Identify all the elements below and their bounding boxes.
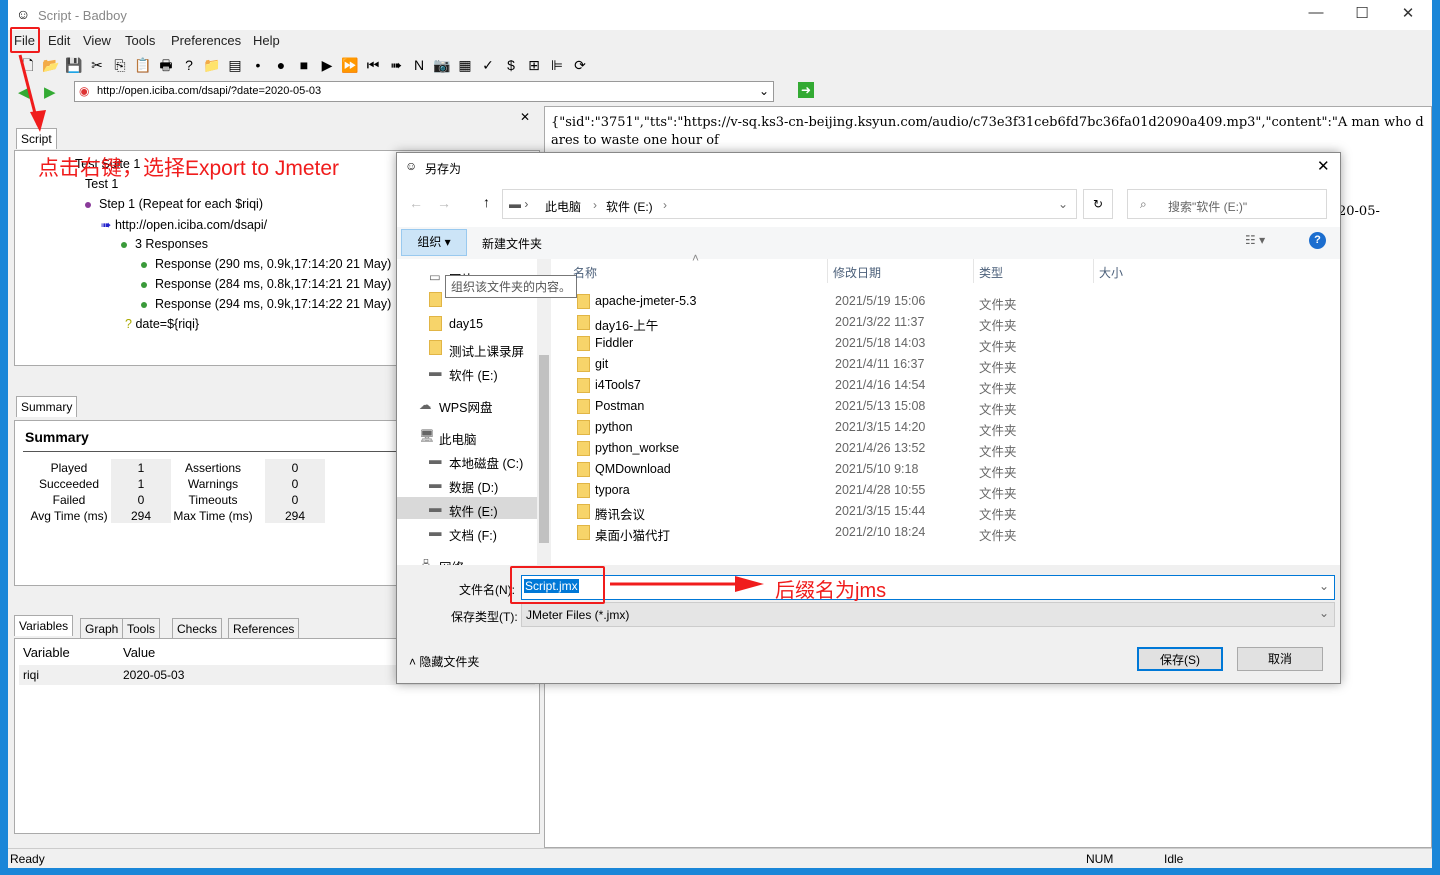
annotation-right-click: 点击右键，选择Export to Jmeter (38, 157, 340, 180)
annotation-suffix: 后缀名为jms (775, 580, 887, 602)
annotation-filename-box (510, 566, 605, 604)
arrowhead (735, 576, 764, 592)
arrowhead (30, 110, 46, 132)
annotation-arrows (18, 54, 764, 592)
